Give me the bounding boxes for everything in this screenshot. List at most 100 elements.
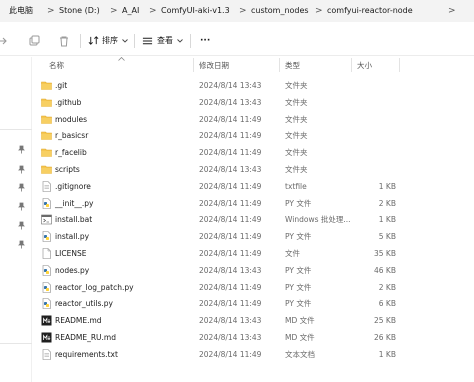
file-type: 文件 — [285, 249, 300, 258]
file-date: 2024/8/14 11:49 — [199, 131, 262, 141]
file-row[interactable]: install.bat 2024/8/14 11:49 Windows 批处理...… — [33, 211, 474, 228]
sort-icon — [88, 36, 99, 45]
pin-icon[interactable] — [18, 145, 25, 154]
file-date: 2024/8/14 11:49 — [199, 198, 262, 208]
python-file-icon — [42, 231, 51, 242]
breadcrumb-separator[interactable]: > — [149, 5, 157, 17]
breadcrumb: 此电脑 > Stone (D:) > A_AI > ComfyUI-aki-v1… — [0, 0, 474, 22]
file-row[interactable]: README_RU.md 2024/8/14 13:43 MD 文件 26 KB — [33, 329, 474, 346]
file-name: scripts — [55, 165, 80, 174]
text-file-icon — [42, 180, 51, 192]
file-row[interactable]: .gitignore 2024/8/14 11:49 txtfile 1 KB — [33, 178, 474, 195]
file-type: PY 文件 — [285, 265, 312, 275]
copy-icon[interactable] — [28, 35, 40, 47]
pin-icon[interactable] — [18, 183, 25, 192]
file-row[interactable]: nodes.py 2024/8/14 13:43 PY 文件 46 KB — [33, 262, 474, 279]
column-divider[interactable] — [399, 58, 400, 72]
file-size: 5 KB — [378, 232, 396, 242]
chevron-down-icon — [122, 39, 128, 43]
pin-icon[interactable] — [18, 202, 25, 211]
file-row[interactable]: .github 2024/8/14 13:43 文件夹 — [33, 94, 474, 111]
view-icon — [142, 37, 153, 45]
file-date: 2024/8/14 11:49 — [199, 299, 262, 309]
column-divider[interactable] — [351, 58, 352, 72]
breadcrumb-separator[interactable]: > — [448, 5, 456, 17]
file-row[interactable]: requirements.txt 2024/8/14 11:49 文本文档 1 KB — [33, 346, 474, 363]
chevron-down-icon — [177, 39, 183, 43]
file-row[interactable]: modules 2024/8/14 11:49 文件夹 — [33, 111, 474, 128]
folder-icon — [41, 115, 52, 124]
breadcrumb-a-ai[interactable]: A_AI — [122, 5, 139, 17]
file-type: PY 文件 — [285, 282, 312, 292]
file-row[interactable]: __init__.py 2024/8/14 11:49 PY 文件 2 KB — [33, 195, 474, 212]
pin-icon[interactable] — [18, 165, 25, 174]
file-size: 1 KB — [378, 349, 396, 359]
sort-ascending-icon — [118, 57, 125, 61]
file-date: 2024/8/14 13:43 — [199, 97, 262, 107]
blank-file-icon — [42, 248, 51, 259]
share-icon[interactable] — [0, 35, 9, 47]
nav-divider — [0, 129, 32, 130]
file-name: reactor_utils.py — [55, 299, 113, 309]
batch-file-icon — [41, 215, 52, 225]
column-divider[interactable] — [193, 58, 194, 72]
file-size: 35 KB — [374, 249, 396, 258]
file-row[interactable]: reactor_log_patch.py 2024/8/14 11:49 PY 文件… — [33, 279, 474, 296]
file-type: MD 文件 — [285, 333, 315, 342]
breadcrumb-separator[interactable]: > — [47, 5, 55, 17]
file-type: MD 文件 — [285, 316, 315, 326]
nav-divider — [0, 343, 32, 344]
file-date: 2024/8/14 11:49 — [199, 282, 262, 292]
breadcrumb-this-pc[interactable]: 此电脑 — [9, 5, 33, 17]
file-date: 2024/8/14 13:43 — [199, 165, 262, 174]
file-name: r_basicsr — [55, 131, 89, 141]
text-file-icon — [42, 348, 51, 360]
file-type: 文本文档 — [285, 349, 315, 359]
file-name: reactor_log_patch.py — [55, 282, 134, 292]
python-file-icon — [42, 197, 51, 209]
folder-icon — [41, 148, 52, 157]
file-row[interactable]: scripts 2024/8/14 13:43 文件夹 — [33, 161, 474, 178]
file-row[interactable]: .git 2024/8/14 13:43 文件夹 — [33, 77, 474, 94]
file-date: 2024/8/14 11:49 — [199, 148, 262, 158]
pin-icon[interactable] — [18, 221, 25, 230]
column-size[interactable]: 大小 — [357, 60, 372, 71]
file-name: requirements.txt — [55, 349, 118, 359]
file-row[interactable]: install.py 2024/8/14 11:49 PY 文件 5 KB — [33, 228, 474, 245]
file-row[interactable]: LICENSE 2024/8/14 11:49 文件 35 KB — [33, 245, 474, 262]
breadcrumb-separator[interactable]: > — [239, 5, 247, 17]
file-type: 文件夹 — [285, 131, 308, 141]
file-name: install.py — [55, 232, 90, 242]
breadcrumb-drive[interactable]: Stone (D:) — [59, 5, 100, 17]
breadcrumb-comfyui[interactable]: ComfyUI-aki-v1.3 — [161, 5, 230, 17]
file-date: 2024/8/14 11:49 — [199, 114, 262, 124]
file-row[interactable]: README.md 2024/8/14 13:43 MD 文件 25 KB — [33, 312, 474, 329]
breadcrumb-reactor-node[interactable]: comfyui-reactor-node — [327, 5, 413, 17]
folder-icon — [41, 132, 52, 141]
delete-icon[interactable] — [58, 35, 70, 47]
file-size: 6 KB — [378, 299, 396, 309]
file-row[interactable]: r_facelib 2024/8/14 11:49 文件夹 — [33, 144, 474, 161]
column-type[interactable]: 类型 — [285, 60, 300, 71]
column-name[interactable]: 名称 — [49, 60, 64, 71]
file-name: modules — [55, 114, 88, 124]
navigation-pane — [0, 57, 32, 382]
file-type: PY 文件 — [285, 198, 312, 208]
breadcrumb-custom-nodes[interactable]: custom_nodes — [251, 5, 309, 17]
markdown-file-icon — [41, 332, 52, 343]
breadcrumb-separator[interactable]: > — [110, 5, 118, 17]
column-header: 名称 修改日期 类型 大小 — [33, 57, 474, 73]
file-date: 2024/8/14 13:43 — [199, 333, 262, 342]
file-type: 文件夹 — [285, 148, 308, 158]
file-row[interactable]: reactor_utils.py 2024/8/14 11:49 PY 文件 6 KB — [33, 295, 474, 312]
file-date: 2024/8/14 13:43 — [199, 265, 262, 275]
file-row[interactable]: r_basicsr 2024/8/14 11:49 文件夹 — [33, 127, 474, 144]
toolbar-divider — [134, 34, 135, 48]
pin-icon[interactable] — [18, 240, 25, 249]
more-options-button[interactable]: ··· — [200, 33, 210, 49]
breadcrumb-separator[interactable]: > — [315, 5, 323, 17]
command-bar: 排序 查看 ··· — [0, 26, 474, 56]
column-divider[interactable] — [279, 58, 280, 72]
file-size: 25 KB — [374, 316, 396, 326]
column-date[interactable]: 修改日期 — [199, 60, 229, 71]
